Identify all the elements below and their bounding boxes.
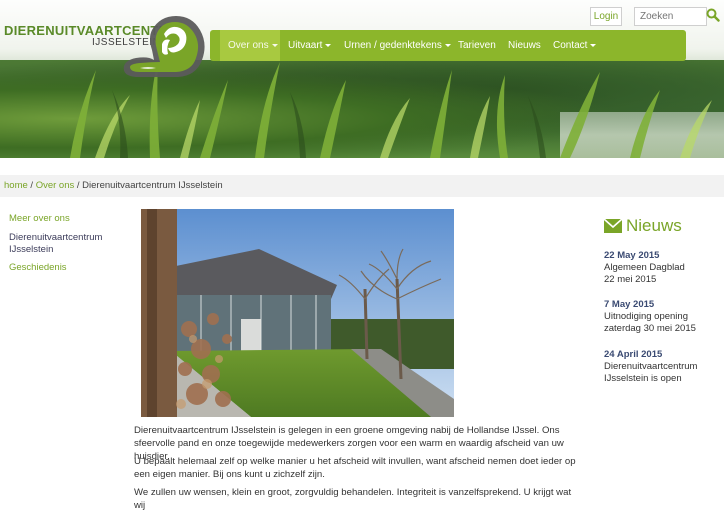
news-item-line: Algemeen Dagblad (604, 262, 685, 273)
breadcrumb-separator: / (74, 180, 83, 191)
sidebar-item-label: Dierenuitvaartcentrum (9, 232, 103, 243)
building-photo (141, 209, 454, 417)
news-item-line: Dierenuitvaartcentrum (604, 361, 698, 372)
chevron-down-icon (271, 43, 278, 47)
breadcrumb: home / Over ons / Dierenuitvaartcentrum … (0, 175, 724, 197)
news-heading: Nieuws (626, 216, 682, 235)
chevron-down-icon (590, 43, 597, 47)
nav-item-over-ons[interactable]: Over ons (220, 30, 280, 61)
news-item-link[interactable]: Dierenuitvaartcentrum IJsselstein is ope… (604, 361, 714, 385)
news-item-date: 22 May 2015 (604, 250, 660, 261)
nav-label: Contact (553, 40, 588, 51)
nav-label: Tarieven (458, 40, 496, 51)
news-item-date: 7 May 2015 (604, 299, 655, 310)
sidebar-item-dierenuitvaartcentrum[interactable]: Dierenuitvaartcentrum IJsselstein (9, 232, 102, 255)
nav-item-urnen[interactable]: Urnen / gedenktekens (344, 30, 451, 61)
news-item-link[interactable]: Algemeen Dagblad 22 mei 2015 (604, 262, 714, 286)
news-item-line: 22 mei 2015 (604, 274, 657, 285)
news-item-link[interactable]: Uitnodiging opening zaterdag 30 mei 2015 (604, 311, 714, 335)
nav-item-contact[interactable]: Contact (553, 30, 597, 61)
breadcrumb-current: Dierenuitvaartcentrum IJsselstein (82, 180, 223, 191)
sidebar-item-geschiedenis[interactable]: Geschiedenis (9, 262, 67, 273)
envelope-icon (604, 219, 622, 233)
nav-item-nieuws[interactable]: Nieuws (508, 30, 541, 61)
breadcrumb-over-ons[interactable]: Over ons (36, 180, 75, 191)
nav-item-uitvaart[interactable]: Uitvaart (288, 30, 332, 61)
news-item-line: Uitnodiging opening (604, 311, 688, 322)
sidebar-item-label: IJsselstein (9, 244, 54, 255)
nav-label: Urnen / gedenktekens (344, 40, 442, 51)
building-photo-illustration (141, 209, 454, 417)
nav-label: Uitvaart (288, 40, 323, 51)
logo-mark-icon[interactable] (118, 10, 210, 82)
sidebar-heading-meer-over-ons[interactable]: Meer over ons (9, 213, 70, 224)
search-input[interactable] (634, 7, 707, 26)
nav-item-tarieven[interactable]: Tarieven (458, 30, 496, 61)
intro-paragraph-3: We zullen uw wensen, klein en groot, zor… (134, 487, 572, 511)
news-item-line: zaterdag 30 mei 2015 (604, 323, 696, 334)
nav-label: Nieuws (508, 40, 541, 51)
search-icon[interactable] (706, 8, 720, 22)
breadcrumb-home[interactable]: home (4, 180, 28, 191)
news-item-date: 24 April 2015 (604, 349, 663, 360)
login-button[interactable]: Login (590, 7, 622, 26)
nav-label: Over ons (228, 40, 269, 51)
chevron-down-icon (325, 43, 332, 47)
breadcrumb-separator: / (27, 180, 36, 191)
chevron-down-icon (444, 43, 451, 47)
main-nav: Over ons Uitvaart Urnen / gedenktekens T… (210, 30, 686, 61)
intro-paragraph-2: U bepaalt helemaal zelf op welke manier … (134, 456, 576, 480)
news-item-line: IJsselstein is open (604, 373, 682, 384)
